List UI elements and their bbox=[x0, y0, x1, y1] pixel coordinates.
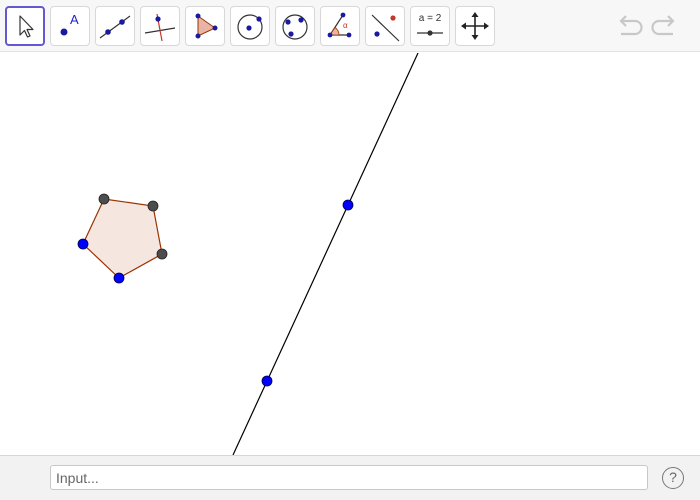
circle-with-center-icon bbox=[237, 14, 263, 40]
angle-tool-button[interactable]: α bbox=[320, 6, 360, 46]
line-through-two-points-icon bbox=[99, 15, 131, 39]
circle-center-point-tool-button[interactable] bbox=[230, 6, 270, 46]
slider-icon bbox=[417, 30, 443, 36]
undo-icon bbox=[619, 15, 643, 36]
slider-tool-button[interactable]: a = 2 bbox=[410, 6, 450, 46]
geogebra-app: A α a = 2 Input... ? bbox=[0, 0, 700, 500]
reflect-about-line-icon bbox=[371, 14, 400, 42]
move-tool-button[interactable] bbox=[5, 6, 45, 46]
help-button[interactable]: ? bbox=[662, 467, 684, 489]
point-tool-label: A bbox=[70, 12, 79, 27]
move-graphics-view-tool-button[interactable] bbox=[455, 6, 495, 46]
graphics-view[interactable] bbox=[0, 52, 700, 456]
algebra-input-field[interactable] bbox=[50, 465, 648, 490]
line-tool-button[interactable] bbox=[95, 6, 135, 46]
polygon-tool-button[interactable] bbox=[185, 6, 225, 46]
graphics-canvas[interactable] bbox=[0, 52, 700, 456]
pentagon-vertex-point[interactable] bbox=[147, 200, 159, 212]
polygon-icon bbox=[195, 13, 218, 39]
angle-tool-label: α bbox=[343, 21, 348, 30]
redo-icon bbox=[651, 15, 675, 36]
perpendicular-line-tool-button[interactable] bbox=[140, 6, 180, 46]
point-tool-button[interactable]: A bbox=[50, 6, 90, 46]
reflect-tool-button[interactable] bbox=[365, 6, 405, 46]
pentagon-vertex-point[interactable] bbox=[98, 193, 110, 205]
help-icon: ? bbox=[669, 469, 677, 485]
pentagon-vertex-point[interactable] bbox=[77, 238, 89, 250]
cursor-arrow-icon bbox=[19, 15, 34, 38]
angle-icon bbox=[327, 12, 352, 38]
line[interactable] bbox=[232, 52, 419, 456]
circle-three-points-tool-button[interactable] bbox=[275, 6, 315, 46]
perpendicular-line-icon bbox=[144, 13, 176, 42]
redo-button[interactable] bbox=[649, 12, 681, 40]
toolbar: A α a = 2 bbox=[0, 0, 700, 52]
line-point[interactable] bbox=[261, 375, 273, 387]
pentagon[interactable] bbox=[82, 198, 163, 279]
pentagon-vertex-point[interactable] bbox=[113, 272, 125, 284]
line-point[interactable] bbox=[342, 199, 354, 211]
pentagon-vertex-point[interactable] bbox=[156, 248, 168, 260]
move-cross-arrows-icon bbox=[461, 12, 489, 40]
circle-through-three-points-icon bbox=[282, 14, 308, 40]
undo-button[interactable] bbox=[613, 12, 645, 40]
input-bar: ? bbox=[0, 455, 700, 500]
